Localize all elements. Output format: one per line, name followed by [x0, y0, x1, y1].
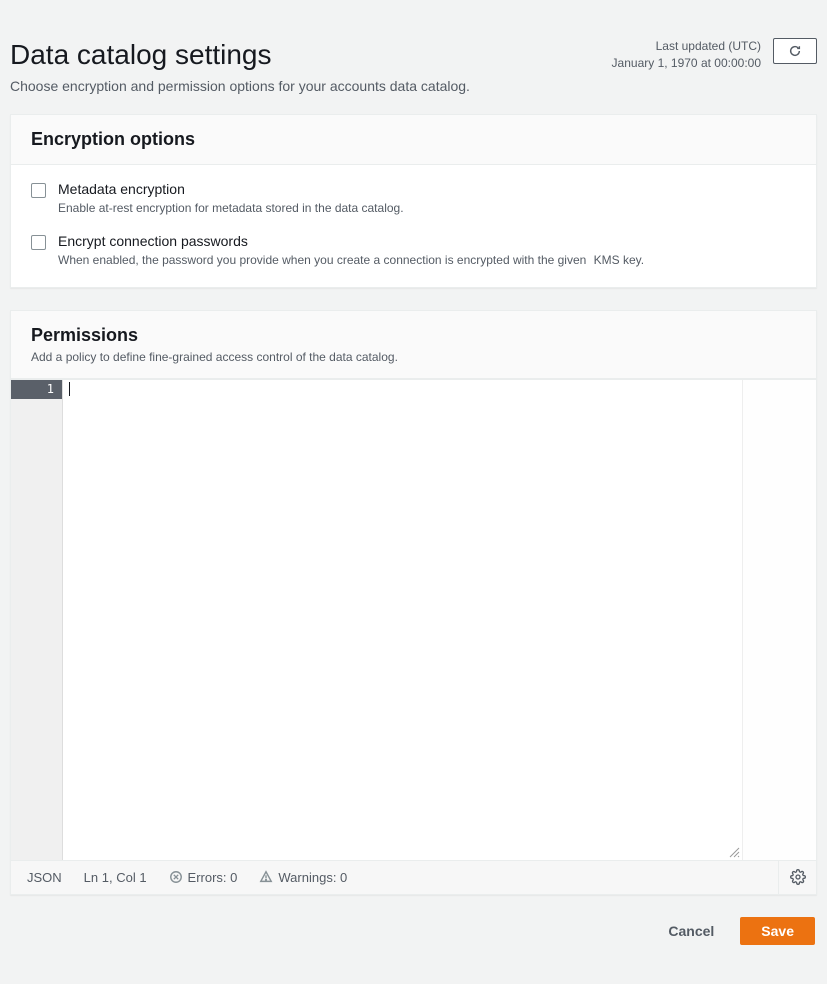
encryption-panel-title: Encryption options [31, 129, 796, 150]
editor-textarea[interactable] [63, 380, 742, 860]
error-icon [169, 870, 183, 884]
encryption-panel: Encryption options Metadata encryption E… [10, 114, 817, 288]
resize-handle-icon[interactable] [726, 844, 740, 858]
editor-settings-button[interactable] [778, 860, 816, 894]
encrypt-passwords-desc: When enabled, the password you provide w… [58, 253, 644, 267]
kms-key-link[interactable]: KMS key. [594, 253, 644, 267]
page-title: Data catalog settings [10, 38, 470, 72]
last-updated-value: January 1, 1970 at 00:00:00 [612, 55, 761, 72]
metadata-encryption-desc: Enable at-rest encryption for metadata s… [58, 201, 404, 215]
metadata-encryption-title: Metadata encryption [58, 181, 404, 197]
status-warnings-text: Warnings: 0 [278, 870, 347, 885]
editor-gutter: 1 [11, 380, 63, 860]
editor-minimap[interactable] [742, 380, 816, 860]
permissions-panel-desc: Add a policy to define fine-grained acce… [31, 350, 796, 364]
policy-editor: 1 JSON Ln 1, Col 1 [11, 379, 816, 894]
metadata-encryption-option: Metadata encryption Enable at-rest encry… [31, 181, 796, 215]
encrypt-passwords-checkbox[interactable] [31, 235, 46, 250]
last-updated-block: Last updated (UTC) January 1, 1970 at 00… [612, 38, 761, 72]
save-button[interactable]: Save [740, 917, 815, 945]
status-language: JSON [27, 870, 62, 885]
encrypt-passwords-desc-text: When enabled, the password you provide w… [58, 253, 586, 267]
cancel-button[interactable]: Cancel [658, 917, 724, 945]
gear-icon [790, 869, 806, 885]
permissions-panel: Permissions Add a policy to define fine-… [10, 310, 817, 895]
footer-actions: Cancel Save [10, 917, 817, 945]
refresh-icon [788, 44, 802, 58]
status-errors: Errors: 0 [169, 870, 238, 885]
warning-icon [259, 870, 273, 884]
page-subtitle: Choose encryption and permission options… [10, 78, 470, 94]
metadata-encryption-checkbox[interactable] [31, 183, 46, 198]
encrypt-passwords-title: Encrypt connection passwords [58, 233, 644, 249]
status-warnings: Warnings: 0 [259, 870, 347, 885]
editor-line-number: 1 [11, 380, 62, 399]
editor-status-bar: JSON Ln 1, Col 1 Errors: 0 [11, 860, 816, 894]
page-header: Data catalog settings Choose encryption … [10, 38, 817, 94]
editor-cursor [69, 382, 70, 396]
status-errors-text: Errors: 0 [188, 870, 238, 885]
last-updated-label: Last updated (UTC) [612, 38, 761, 55]
permissions-panel-title: Permissions [31, 325, 796, 346]
status-position: Ln 1, Col 1 [84, 870, 147, 885]
encrypt-passwords-option: Encrypt connection passwords When enable… [31, 233, 796, 267]
refresh-button[interactable] [773, 38, 817, 64]
